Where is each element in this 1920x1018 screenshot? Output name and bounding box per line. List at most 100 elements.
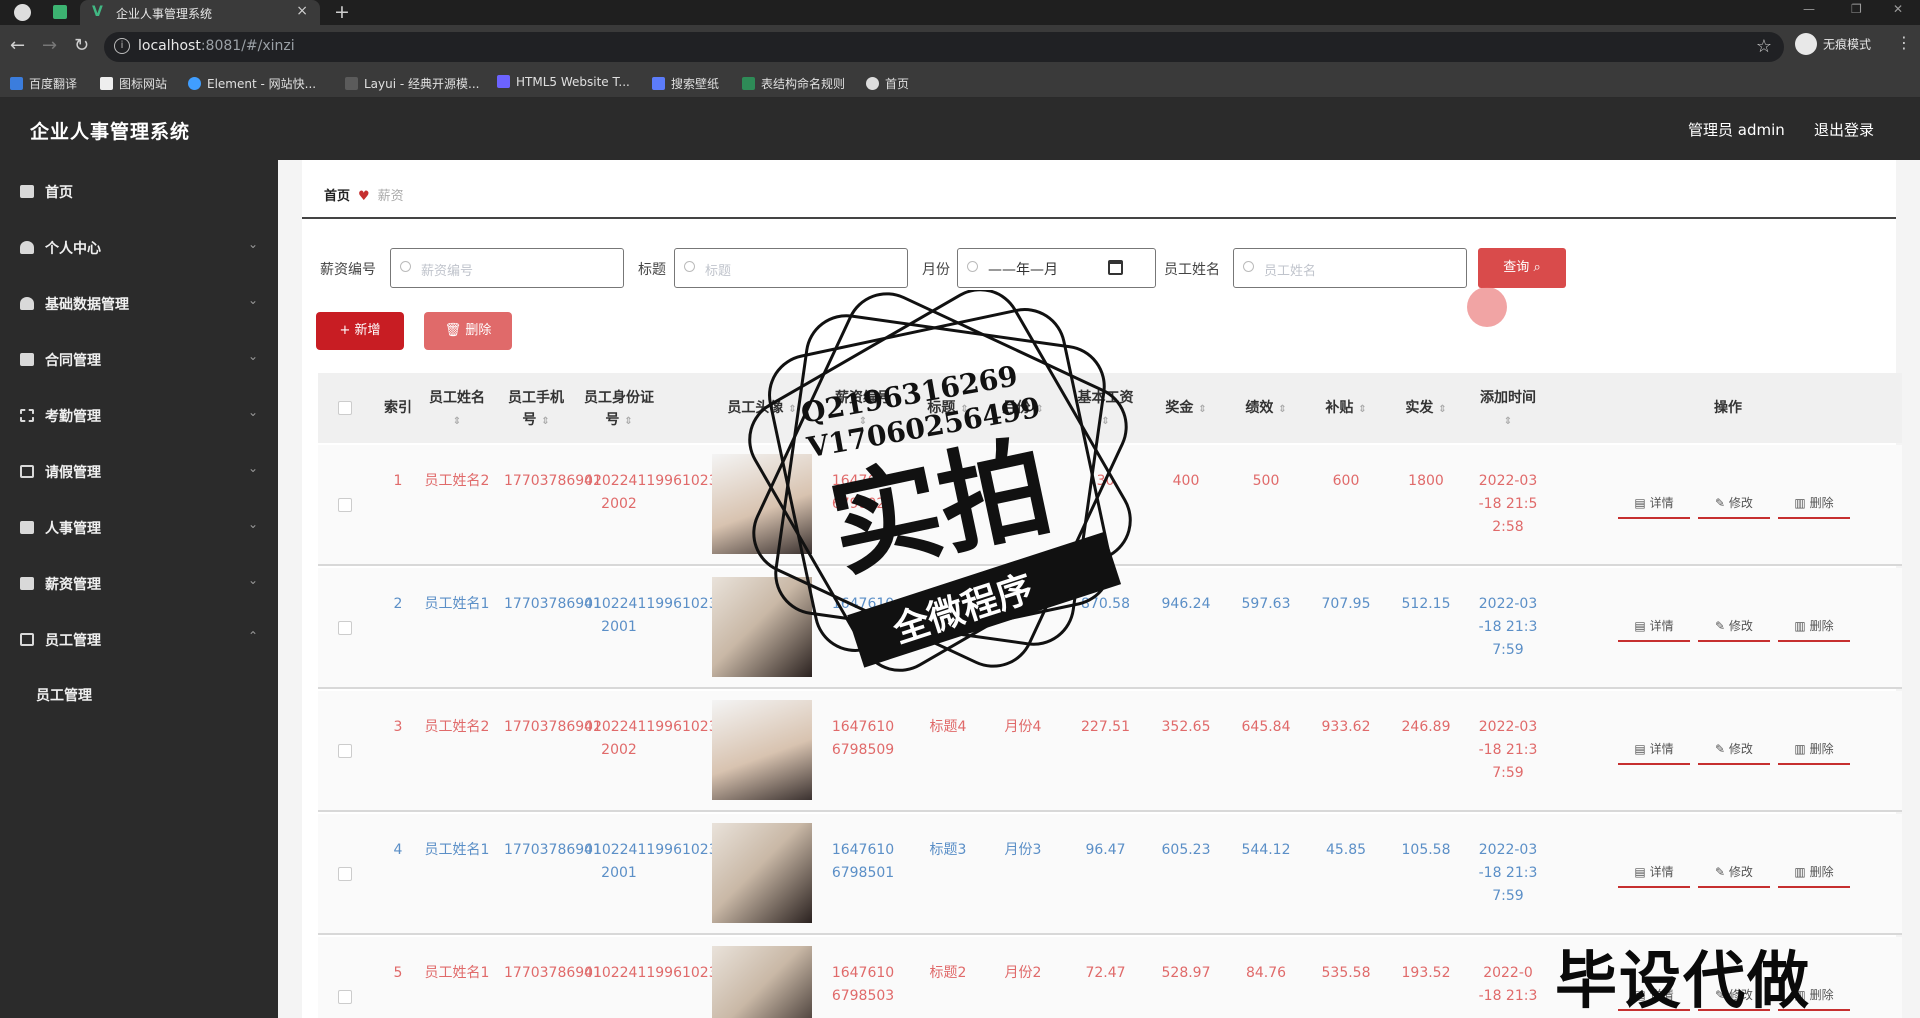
employee-avatar[interactable] bbox=[712, 577, 812, 677]
sidebar-item-salary[interactable]: 薪资管理 ⌄ bbox=[0, 557, 278, 613]
employee-name-input[interactable]: 员工姓名 bbox=[1233, 248, 1467, 288]
chevron-down-icon: ⌄ bbox=[247, 349, 258, 363]
month-picker[interactable]: ——年—月 bbox=[957, 248, 1156, 288]
th-title[interactable]: 标题 ⇕ bbox=[918, 397, 978, 421]
bookmark-item[interactable]: 表结构命名规则 bbox=[742, 75, 845, 92]
browser-tab-active[interactable]: V 企业人事管理系统 × bbox=[80, 0, 320, 25]
sort-icon: ⇕ bbox=[1198, 404, 1207, 415]
detail-button[interactable]: ▤ 详情 bbox=[1618, 489, 1690, 519]
detail-button[interactable]: ▤ 详情 bbox=[1618, 735, 1690, 765]
bookmark-item[interactable]: HTML5 Website T... bbox=[497, 75, 630, 89]
bookmarks-bar: 百度翻译 图标网站 Element - 网站快... Layui - 经典开源模… bbox=[0, 68, 1920, 98]
chevron-down-icon: ⌄ bbox=[247, 293, 258, 307]
th-time[interactable]: 添加时间 ⇕ bbox=[1468, 387, 1548, 433]
bookmark-item[interactable]: Element - 网站快... bbox=[188, 75, 316, 92]
th-base[interactable]: 基本工资 ⇕ bbox=[1063, 387, 1148, 433]
search-button[interactable]: 查询 ⌕ bbox=[1478, 248, 1566, 288]
bookmark-star-icon[interactable]: ☆ bbox=[1756, 36, 1772, 57]
cell-name: 员工姓名1 bbox=[424, 596, 490, 612]
delete-button[interactable]: ▥ 删除 bbox=[1778, 858, 1850, 888]
calendar-icon[interactable] bbox=[1108, 260, 1123, 275]
bookmark-icon bbox=[100, 77, 113, 90]
site-info-icon[interactable]: i bbox=[114, 38, 130, 54]
th-phone[interactable]: 员工手机号 ⇕ bbox=[504, 387, 568, 433]
logout-link[interactable]: 退出登录 bbox=[1814, 119, 1874, 140]
add-button[interactable]: + 新增 bbox=[316, 312, 404, 350]
sidebar-item-personal-center[interactable]: 个人中心 ⌄ bbox=[0, 221, 278, 277]
edit-button[interactable]: ✎ 修改 bbox=[1698, 735, 1770, 765]
delete-label: 删除 bbox=[1809, 865, 1834, 879]
bookmark-icon bbox=[497, 75, 510, 88]
sidebar-subitem-employee-manage[interactable]: 员工管理 bbox=[0, 669, 278, 719]
minimize-icon[interactable]: — bbox=[1803, 2, 1815, 16]
th-avatar[interactable]: 员工头像 ⇕ bbox=[712, 397, 812, 421]
edit-button[interactable]: ✎ 修改 bbox=[1698, 612, 1770, 642]
th-month[interactable]: 月份 ⇕ bbox=[983, 397, 1063, 421]
employee-avatar[interactable] bbox=[712, 946, 812, 1018]
edit-button[interactable]: ✎ 修改 bbox=[1698, 858, 1770, 888]
trash-icon: 🗑 bbox=[444, 323, 466, 338]
sort-icon: ⇕ bbox=[788, 404, 797, 415]
scan-icon bbox=[20, 409, 34, 422]
delete-button[interactable]: ▥ 删除 bbox=[1778, 489, 1850, 519]
address-bar[interactable]: i localhost:8081/#/xinzi ☆ bbox=[104, 32, 1784, 62]
reload-icon[interactable]: ↻ bbox=[74, 35, 89, 56]
bookmark-item[interactable]: 图标网站 bbox=[100, 75, 167, 92]
detail-button[interactable]: ▤ 详情 bbox=[1618, 858, 1690, 888]
bookmark-item[interactable]: 搜索壁纸 bbox=[652, 75, 719, 92]
close-window-icon[interactable]: ✕ bbox=[1893, 2, 1903, 16]
row-checkbox[interactable] bbox=[338, 744, 352, 758]
employee-avatar[interactable] bbox=[712, 700, 812, 800]
cell-actual: 105.58 bbox=[1401, 842, 1451, 858]
breadcrumb-home[interactable]: 首页 bbox=[324, 189, 350, 204]
bookmark-item[interactable]: 首页 bbox=[866, 75, 909, 92]
sidebar-item-home[interactable]: 首页 bbox=[0, 165, 278, 221]
doc-icon: ▤ bbox=[1634, 496, 1650, 510]
chevron-down-icon: ⌄ bbox=[247, 237, 258, 251]
tab-close-icon[interactable]: × bbox=[296, 3, 308, 19]
sidebar-item-employee[interactable]: 员工管理 ⌃ bbox=[0, 613, 278, 669]
detail-button[interactable]: ▤ 详情 bbox=[1618, 612, 1690, 642]
title-input[interactable]: 标题 bbox=[674, 248, 908, 288]
forward-icon[interactable]: → bbox=[42, 35, 57, 56]
th-actual[interactable]: 实发 ⇕ bbox=[1391, 397, 1461, 421]
back-icon[interactable]: ← bbox=[10, 35, 25, 56]
employee-avatar[interactable] bbox=[712, 454, 812, 554]
select-all-checkbox[interactable] bbox=[338, 401, 352, 415]
table-row: 3 员工姓名2 17703786902 410224119961023 2002 164… bbox=[318, 691, 1902, 812]
bookmark-item[interactable]: 百度翻译 bbox=[10, 75, 77, 92]
delete-button[interactable]: ▥ 删除 bbox=[1778, 735, 1850, 765]
cell-phone: 17703786901 bbox=[504, 965, 602, 981]
th-bonus[interactable]: 奖金 ⇕ bbox=[1151, 397, 1221, 421]
sort-icon: ⇕ bbox=[1438, 404, 1447, 415]
restore-icon[interactable]: ❐ bbox=[1851, 2, 1862, 16]
row-checkbox[interactable] bbox=[338, 990, 352, 1004]
pinned-tab-icon[interactable] bbox=[53, 5, 67, 19]
row-checkbox[interactable] bbox=[338, 867, 352, 881]
th-name[interactable]: 员工姓名 ⇕ bbox=[423, 387, 491, 433]
new-tab-icon[interactable]: + bbox=[334, 1, 350, 23]
th-salary-no[interactable]: 薪资编号 ⇕ bbox=[823, 387, 903, 433]
th-idcard[interactable]: 员工身份证号 ⇕ bbox=[584, 387, 654, 433]
employee-avatar[interactable] bbox=[712, 823, 812, 923]
delete-button[interactable]: ▥ 删除 bbox=[1778, 612, 1850, 642]
row-checkbox[interactable] bbox=[338, 498, 352, 512]
batch-delete-button[interactable]: 🗑 删除 bbox=[424, 312, 512, 350]
sidebar-item-attendance[interactable]: 考勤管理 ⌄ bbox=[0, 389, 278, 445]
sidebar-item-leave[interactable]: 请假管理 ⌄ bbox=[0, 445, 278, 501]
th-perf[interactable]: 绩效 ⇕ bbox=[1231, 397, 1301, 421]
bookmark-icon bbox=[742, 77, 755, 90]
browser-menu-icon[interactable]: ⋮ bbox=[1896, 33, 1912, 52]
month-label: 月份 bbox=[922, 262, 950, 278]
edit-button[interactable]: ✎ 修改 bbox=[1698, 489, 1770, 519]
salary-no-input[interactable]: 薪资编号 bbox=[390, 248, 624, 288]
sidebar-item-personnel[interactable]: 人事管理 ⌄ bbox=[0, 501, 278, 557]
sidebar-item-contract[interactable]: 合同管理 ⌄ bbox=[0, 333, 278, 389]
incognito-indicator[interactable]: 无痕模式 bbox=[1795, 33, 1871, 61]
bookmark-icon bbox=[345, 77, 358, 90]
th-allowance[interactable]: 补贴 ⇕ bbox=[1311, 397, 1381, 421]
cell-idcard: 410224119961023 bbox=[584, 965, 718, 981]
bookmark-item[interactable]: Layui - 经典开源模... bbox=[345, 75, 479, 92]
sidebar-item-base-data[interactable]: 基础数据管理 ⌄ bbox=[0, 277, 278, 333]
row-checkbox[interactable] bbox=[338, 621, 352, 635]
